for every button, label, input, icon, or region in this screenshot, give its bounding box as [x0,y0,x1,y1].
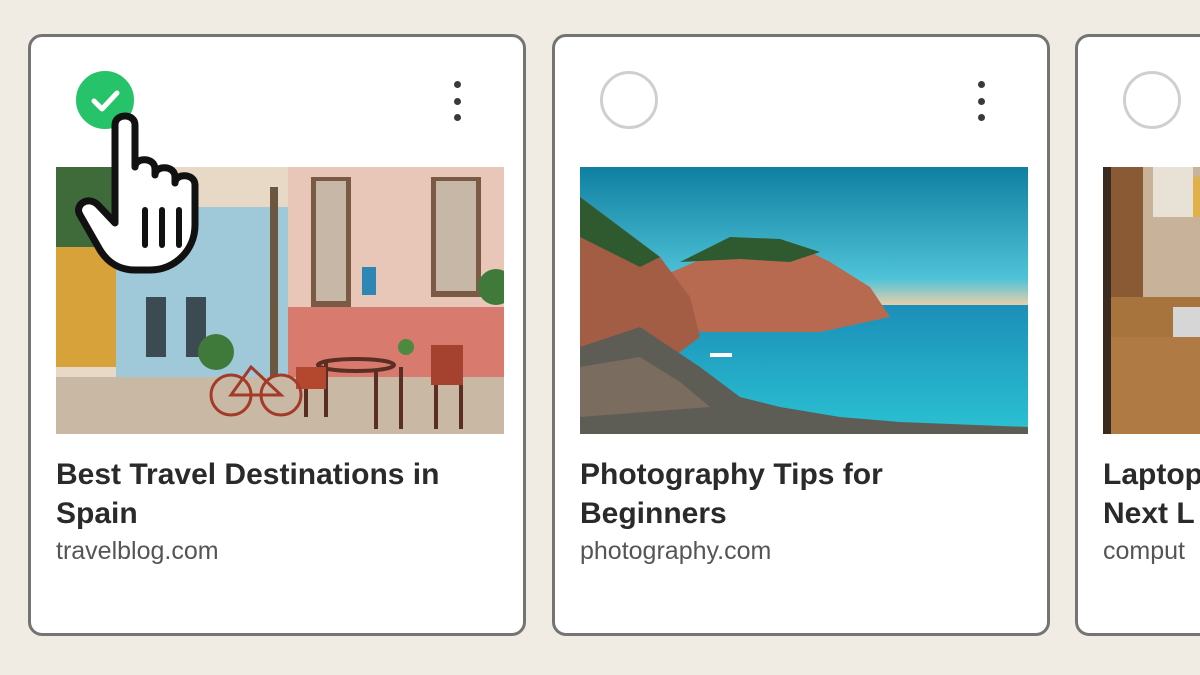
laptop-desk-image [1103,167,1200,434]
select-checkbox-unselected[interactable] [600,71,658,129]
thumbnail-laptop[interactable] [1103,167,1200,434]
card-domain: photography.com [580,537,772,565]
card-photography[interactable]: Photography Tips for Beginners photograp… [552,34,1050,636]
select-checkbox-unselected[interactable] [1123,71,1181,129]
check-icon [91,90,120,112]
card-domain: comput [1103,537,1185,565]
card-title[interactable]: Best Travel Destinations in Spain [56,455,496,533]
coastal-cliffs-image [580,167,1028,434]
card-laptop[interactable]: Laptop Next L comput [1075,34,1200,636]
card-travel[interactable]: Best Travel Destinations in Spain travel… [28,34,526,636]
more-vertical-icon[interactable] [969,81,993,121]
select-checkbox-selected[interactable] [76,71,134,129]
thumbnail-coastal-cliffs[interactable] [580,167,1028,434]
spanish-street-image [56,167,504,434]
card-title[interactable]: Photography Tips for Beginners [580,455,1020,533]
thumbnail-spanish-street[interactable] [56,167,504,434]
card-title[interactable]: Laptop Next L [1103,455,1200,533]
card-domain: travelblog.com [56,537,219,565]
more-vertical-icon[interactable] [445,81,469,121]
